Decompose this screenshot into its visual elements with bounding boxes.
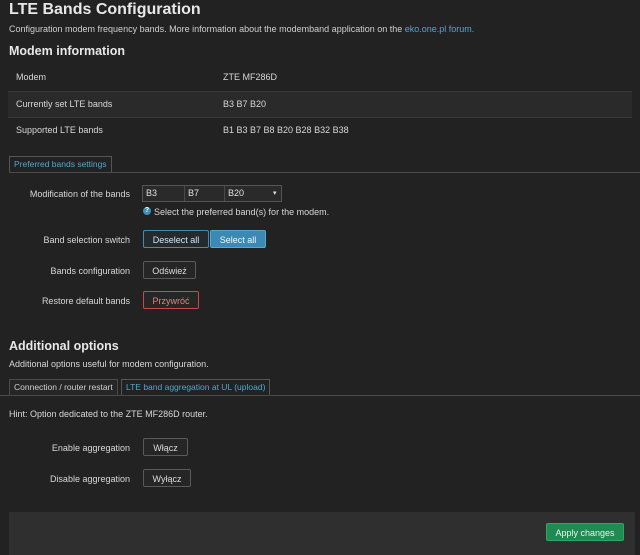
bands-multiselect[interactable]: B3 B7 B20 ▾	[142, 185, 282, 202]
config-label: Bands configuration	[50, 266, 130, 276]
selected-band: B7	[188, 188, 200, 198]
tab-divider	[0, 395, 640, 396]
disable-aggregation-button[interactable]: Wyłącz	[143, 469, 191, 487]
enable-aggregation-label: Enable aggregation	[51, 443, 130, 453]
apply-changes-button[interactable]: Apply changes	[546, 523, 624, 541]
tab-connection-restart[interactable]: Connection / router restart	[9, 379, 118, 395]
deselect-all-button[interactable]: Deselect all	[143, 230, 209, 248]
row-label: Currently set LTE bands	[16, 98, 113, 109]
tab-preferred-bands[interactable]: Preferred bands settings	[9, 156, 112, 172]
select-all-button[interactable]: Select all	[210, 230, 266, 248]
page-description: Configuration modem frequency bands. Mor…	[9, 24, 474, 34]
bands-help-text: Select the preferred band(s) for the mod…	[154, 207, 330, 217]
selected-band: B3	[146, 188, 158, 198]
row-value: ZTE MF286D	[223, 72, 278, 82]
selected-band: B20	[228, 188, 245, 198]
restore-button[interactable]: Przywróć	[143, 291, 199, 309]
modem-info-title: Modem information	[9, 44, 125, 58]
switch-label: Band selection switch	[43, 235, 130, 245]
page-footer	[9, 512, 635, 555]
page-description-text: Configuration modem frequency bands. Mor…	[9, 24, 405, 34]
row-label: Supported LTE bands	[16, 125, 103, 135]
modification-label: Modification of the bands	[29, 189, 130, 199]
tab-lte-aggregation[interactable]: LTE band aggregation at UL (upload)	[121, 379, 271, 395]
additional-options-title: Additional options	[9, 339, 119, 353]
forum-link[interactable]: eko.one.pl forum.	[405, 24, 475, 34]
table-row: Modem ZTE MF286D	[8, 65, 632, 91]
table-row: Currently set LTE bands B3 B7 B20	[8, 90, 632, 117]
refresh-button[interactable]: Odśwież	[143, 261, 196, 279]
tab-divider	[9, 172, 640, 173]
page-title: LTE Bands Configuration	[9, 1, 201, 18]
additional-options-description: Additional options useful for modem conf…	[9, 359, 209, 369]
table-row: Supported LTE bands B1 B3 B7 B8 B20 B28 …	[8, 117, 632, 144]
aggregation-hint: Hint: Option dedicated to the ZTE MF286D…	[9, 409, 208, 419]
restore-label: Restore default bands	[41, 296, 130, 306]
row-value: B1 B3 B7 B8 B20 B28 B32 B38	[223, 125, 349, 135]
row-label: Modem	[16, 72, 47, 82]
dropdown-arrow-icon: ▾	[273, 190, 277, 197]
separator	[224, 186, 225, 201]
help-icon: ?	[143, 207, 151, 215]
enable-aggregation-button[interactable]: Włącz	[143, 438, 188, 456]
row-value: B3 B7 B20	[223, 98, 267, 109]
modem-info-table: Modem ZTE MF286D Currently set LTE bands…	[8, 65, 632, 144]
disable-aggregation-label: Disable aggregation	[49, 474, 130, 484]
separator	[184, 186, 185, 201]
